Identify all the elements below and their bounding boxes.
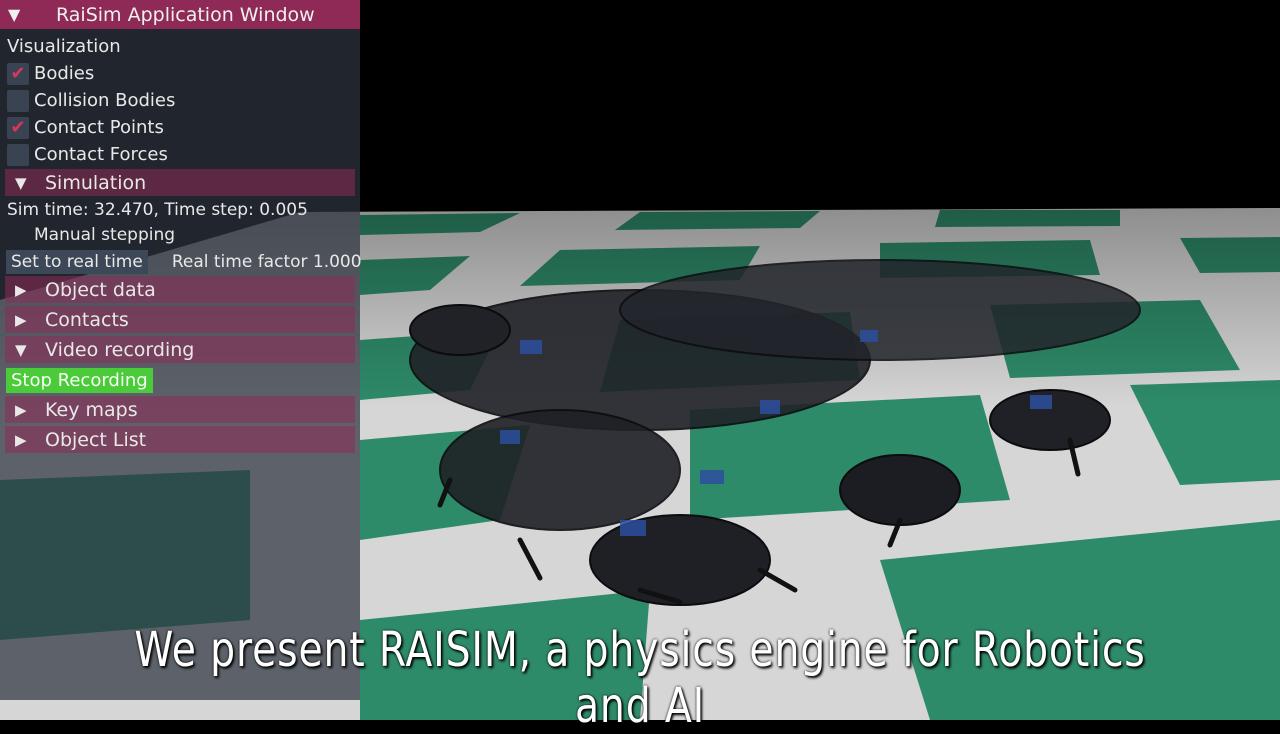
real-time-factor-text: Real time factor 1.000 [171, 252, 362, 272]
expanded-arrow-icon: ▼ [15, 340, 27, 359]
collapsed-arrow-icon: ▶ [15, 430, 27, 449]
manual-stepping-label: Manual stepping [34, 225, 176, 245]
simulation-header-label: Simulation [45, 171, 147, 194]
checkbox-label: Contact Points [34, 117, 164, 138]
collapsed-arrow-icon: ▶ [15, 400, 27, 419]
checkbox-checked-icon[interactable]: ✔ [7, 116, 29, 139]
checkbox-checked-icon[interactable]: ✔ [7, 62, 29, 85]
checkbox-unchecked-icon[interactable] [7, 143, 29, 166]
object-data-label: Object data [45, 278, 156, 301]
checkbox-bodies[interactable]: ✔ Bodies [0, 61, 360, 86]
stop-recording-row: Stop Recording [0, 366, 360, 394]
key-maps-label: Key maps [45, 398, 138, 421]
expanded-arrow-icon: ▼ [15, 173, 27, 192]
sim-time-text: Sim time: 32.470, Time step: 0.005 [7, 200, 308, 220]
checkbox-label: Contact Forces [34, 144, 168, 165]
collapsed-arrow-icon: ▶ [15, 310, 27, 329]
collapsed-arrow-icon: ▶ [15, 280, 27, 299]
real-time-row: Set to real time Real time factor 1.000 [0, 249, 362, 275]
window-titlebar[interactable]: ▼ RaiSim Application Window [0, 0, 360, 29]
checkbox-unchecked-icon[interactable] [7, 89, 29, 112]
raisim-app-window: ▼ RaiSim Application Window Visualizatio… [0, 0, 362, 700]
window-title: RaiSim Application Window [56, 3, 315, 26]
checkbox-collision-bodies[interactable]: Collision Bodies [0, 88, 360, 113]
video-recording-header[interactable]: ▼ Video recording [5, 336, 355, 363]
object-list-header[interactable]: ▶ Object List [5, 426, 355, 453]
object-data-header[interactable]: ▶ Object data [5, 276, 355, 303]
set-real-time-button[interactable]: Set to real time [6, 250, 148, 274]
stop-recording-button[interactable]: Stop Recording [6, 367, 153, 393]
manual-stepping-checkbox[interactable]: Manual stepping [0, 223, 360, 247]
checkbox-label: Collision Bodies [34, 90, 176, 111]
checkbox-contact-points[interactable]: ✔ Contact Points [0, 115, 360, 140]
video-recording-label: Video recording [45, 338, 195, 361]
simulation-header[interactable]: ▼ Simulation [5, 169, 355, 196]
key-maps-header[interactable]: ▶ Key maps [5, 396, 355, 423]
contacts-label: Contacts [45, 308, 129, 331]
object-list-label: Object List [45, 428, 147, 451]
video-caption: We present RAISIM, a physics engine for … [134, 622, 1146, 734]
visualization-heading: Visualization [7, 35, 121, 57]
checkbox-unchecked-icon[interactable] [7, 224, 29, 246]
checkbox-label: Bodies [34, 63, 95, 84]
collapse-arrow-icon[interactable]: ▼ [8, 5, 26, 24]
contacts-header[interactable]: ▶ Contacts [5, 306, 355, 333]
checkbox-contact-forces[interactable]: Contact Forces [0, 142, 360, 167]
